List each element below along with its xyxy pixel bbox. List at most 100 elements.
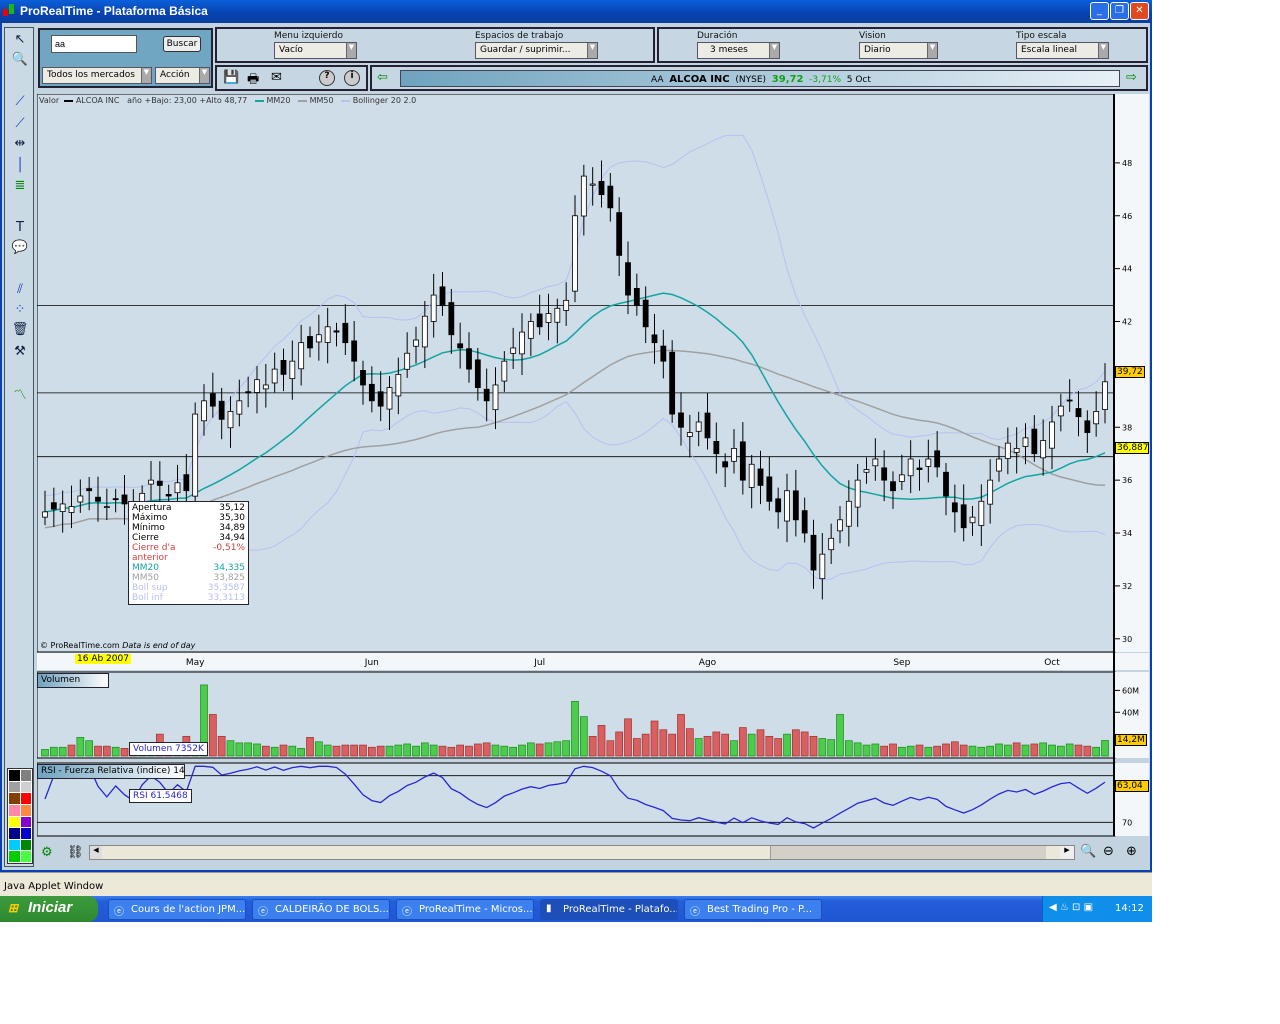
market-select-value: Todos los mercados bbox=[47, 70, 135, 80]
palette-color[interactable] bbox=[9, 804, 20, 816]
trash-icon[interactable]: 🗑 bbox=[10, 322, 30, 340]
candle-body bbox=[739, 441, 746, 481]
palette-color[interactable] bbox=[20, 770, 31, 781]
candle-body bbox=[95, 496, 101, 502]
comment-icon[interactable]: 💬 bbox=[10, 240, 30, 258]
vertical-line-icon[interactable]: │ bbox=[10, 158, 30, 176]
palette-color[interactable] bbox=[9, 793, 20, 804]
taskbar-item[interactable]: ⓔ ProRealTime - Micros... bbox=[396, 899, 534, 920]
zoom-tool-icon[interactable]: 🔍 bbox=[10, 52, 30, 70]
palette-color[interactable] bbox=[20, 839, 31, 851]
save-icon[interactable]: 💾 bbox=[223, 70, 239, 85]
scroll-right-arrow[interactable]: ▶ bbox=[1060, 846, 1074, 859]
forward-chart-icon[interactable]: ⇨ bbox=[1126, 70, 1137, 85]
palette-color[interactable] bbox=[20, 781, 31, 793]
minimize-button[interactable]: _ bbox=[1090, 2, 1109, 20]
fibonacci-icon[interactable]: ≣ bbox=[10, 178, 30, 196]
volume-bar bbox=[518, 744, 526, 757]
legend-mm20: MM20 bbox=[266, 96, 291, 105]
taskbar-item-label: ProRealTime - Micros... bbox=[419, 904, 533, 915]
taskbar-item-label: Best Trading Pro - P... bbox=[707, 904, 813, 915]
maximize-button[interactable]: ❐ bbox=[1110, 2, 1129, 20]
workspace-label: Espacios de trabajo bbox=[475, 31, 564, 41]
palette-color[interactable] bbox=[9, 770, 20, 781]
palette-color[interactable] bbox=[20, 851, 31, 862]
volume-bar bbox=[641, 733, 650, 757]
candle-body bbox=[421, 315, 428, 348]
taskbar-item[interactable]: ⓔ CALDEIRÃO DE BOLS... bbox=[252, 899, 390, 920]
palette-color[interactable] bbox=[9, 851, 20, 862]
candle-body bbox=[192, 413, 199, 497]
palette-color[interactable] bbox=[20, 828, 31, 839]
palette-color[interactable] bbox=[9, 828, 20, 839]
y-tick-label: 44 bbox=[1122, 265, 1132, 274]
zoom-in-icon[interactable]: ⊕ bbox=[1126, 844, 1137, 859]
candle-body bbox=[368, 383, 375, 402]
close-button[interactable]: ✕ bbox=[1130, 2, 1149, 20]
duration-select[interactable]: 3 meses ▼ bbox=[697, 42, 780, 59]
info-icon[interactable]: i bbox=[344, 70, 360, 86]
candle-body bbox=[50, 502, 57, 510]
print-icon[interactable]: 🖶 bbox=[247, 70, 259, 92]
scale-select[interactable]: Escala lineal ▼ bbox=[1016, 42, 1109, 59]
scrollbar-thumb[interactable] bbox=[770, 846, 1046, 859]
tools-icon[interactable]: ⚒ bbox=[10, 344, 30, 362]
line-tool-icon[interactable]: ⟋ bbox=[10, 94, 30, 112]
tooltip-label: Cierre d'a anterior bbox=[132, 543, 176, 563]
drawing-toolbar: ↖ 🔍 ⟋ ⟋ ⇹ │ ≣ T 💬 ⫽ ⁘ 🗑 ⚒ 〽 bbox=[4, 27, 34, 867]
candle-body bbox=[315, 334, 322, 343]
pointer-icon[interactable]: ↖ bbox=[10, 32, 30, 50]
search-input[interactable] bbox=[51, 35, 137, 53]
chart-area[interactable]: 30323436384042444648MayJunJulAgoSepOct60… bbox=[36, 93, 1149, 860]
zoom-fit-icon[interactable]: 🔍 bbox=[1080, 844, 1096, 859]
back-chart-icon[interactable]: ⇦ bbox=[377, 70, 388, 85]
candle-body bbox=[271, 368, 278, 384]
market-select[interactable]: Todos los mercados ▼ bbox=[42, 67, 152, 84]
taskbar-item[interactable]: ▮ ProRealTime - Platafo... bbox=[540, 899, 678, 920]
palette-color[interactable] bbox=[20, 793, 31, 804]
search-button[interactable]: Buscar bbox=[163, 36, 201, 52]
mail-icon[interactable]: ✉ bbox=[271, 70, 282, 85]
palette-color[interactable] bbox=[20, 816, 31, 828]
horizontal-line-icon[interactable]: ⇹ bbox=[10, 136, 30, 154]
candle-body bbox=[987, 479, 994, 505]
candle-body bbox=[377, 391, 384, 407]
volume-bar bbox=[367, 746, 376, 757]
menu-select[interactable]: Vacío ▼ bbox=[274, 42, 357, 59]
palette-color[interactable] bbox=[9, 839, 20, 851]
palette-color[interactable] bbox=[9, 816, 20, 828]
duration-value: 3 meses bbox=[710, 45, 748, 55]
taskbar-item[interactable]: ⓔ Best Trading Pro - P... bbox=[684, 899, 822, 920]
channel-icon[interactable]: ⫽ bbox=[10, 282, 30, 300]
chart-svg[interactable]: 30323436384042444648MayJunJulAgoSepOct60… bbox=[36, 93, 1149, 839]
volume-bar bbox=[889, 743, 897, 757]
candle-body bbox=[563, 299, 570, 311]
tooltip-label: Boll sup bbox=[132, 583, 168, 593]
scroll-left-arrow[interactable]: ◀ bbox=[90, 846, 102, 859]
text-tool-icon[interactable]: T bbox=[10, 220, 30, 238]
palette-color[interactable] bbox=[9, 781, 20, 793]
zoom-out-icon[interactable]: ⊖ bbox=[1103, 844, 1114, 859]
vision-select[interactable]: Diario ▼ bbox=[859, 42, 938, 59]
volume-bar bbox=[297, 747, 306, 757]
palette-color[interactable] bbox=[20, 804, 31, 816]
candle-body bbox=[42, 511, 48, 518]
candle-body bbox=[342, 322, 349, 344]
workspace-select[interactable]: Guardar / suprimir... ▼ bbox=[475, 42, 598, 59]
link-icon[interactable]: ⛓ bbox=[67, 845, 84, 860]
chart-settings-icon[interactable]: ⚙ bbox=[41, 845, 53, 860]
volume-bar bbox=[279, 744, 288, 757]
horizontal-scrollbar[interactable]: ◀ ▶ bbox=[89, 845, 1075, 860]
browser-icon: ⓔ bbox=[114, 907, 124, 918]
volume-bar bbox=[217, 735, 226, 757]
asset-type-select[interactable]: Acción ▼ bbox=[155, 67, 210, 84]
start-button[interactable]: ⊞ Iniciar bbox=[0, 896, 98, 922]
taskbar-item[interactable]: ⓔ Cours de l'action JPM... bbox=[108, 899, 246, 920]
points-icon[interactable]: ⁘ bbox=[10, 302, 30, 320]
segment-tool-icon[interactable]: ⟋ bbox=[10, 116, 30, 134]
tooltip-row: Apertura 35,12 bbox=[132, 503, 245, 513]
color-palette[interactable] bbox=[7, 768, 33, 864]
volume-bar bbox=[76, 737, 85, 757]
indicator-icon[interactable]: 〽 bbox=[10, 384, 30, 403]
help-icon[interactable]: ? bbox=[319, 70, 335, 86]
